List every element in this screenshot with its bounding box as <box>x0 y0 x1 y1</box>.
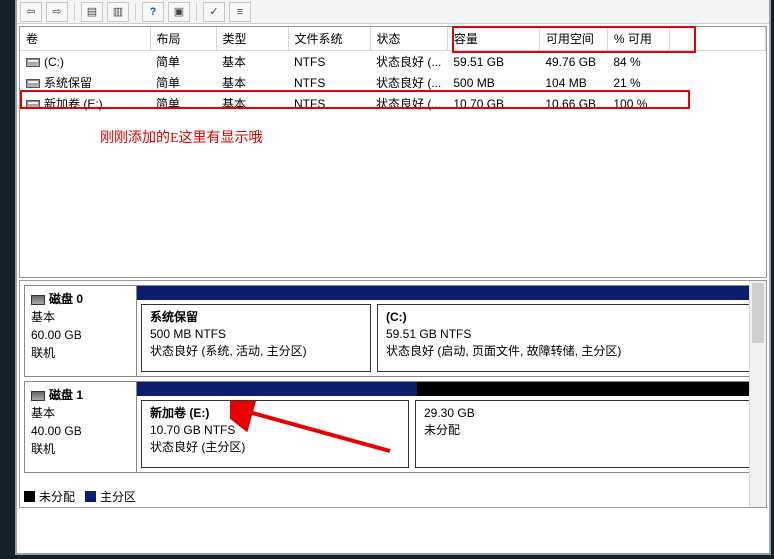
partition-size: 10.70 GB NTFS <box>150 422 400 439</box>
partition-size: 500 MB NTFS <box>150 326 362 343</box>
forward-icon[interactable]: ⇨ <box>46 2 68 22</box>
disk-row: 磁盘 1 基本 40.00 GB 联机 新加卷 (E:) 10.70 GB NT… <box>24 381 762 473</box>
col-volume[interactable]: 卷 <box>20 27 150 51</box>
col-layout[interactable]: 布局 <box>150 27 216 51</box>
disk-partitions: 新加卷 (E:) 10.70 GB NTFS 状态良好 (主分区) 29.30 … <box>137 382 761 472</box>
window: ⇦ ⇨ ▤ ▥ ? ▣ ✓ ≡ 卷 布局 类型 文件系统 状态 容量 可用空间 … <box>15 0 771 555</box>
table-row[interactable]: 新加卷 (E:) 简单 基本 NTFS 状态良好 (... 10.70 GB 1… <box>20 93 766 114</box>
col-type[interactable]: 类型 <box>216 27 288 51</box>
disk-partitions: 系统保留 500 MB NTFS 状态良好 (系统, 活动, 主分区) (C:)… <box>137 286 761 376</box>
legend-swatch-primary <box>85 491 96 502</box>
list-icon[interactable]: ≡ <box>229 2 251 22</box>
vol-name: (C:) <box>44 55 64 69</box>
partition-size: 59.51 GB NTFS <box>386 326 748 343</box>
help-icon[interactable]: ? <box>142 2 164 22</box>
partition-status: 状态良好 (系统, 活动, 主分区) <box>150 343 362 360</box>
legend-label: 未分配 <box>39 488 75 505</box>
disk-info[interactable]: 磁盘 0 基本 60.00 GB 联机 <box>25 286 137 376</box>
action-icon[interactable]: ✓ <box>203 2 225 22</box>
partition-status: 状态良好 (主分区) <box>150 439 400 456</box>
table-row[interactable]: (C:) 简单 基本 NTFS 状态良好 (... 59.51 GB 49.76… <box>20 51 766 73</box>
partition[interactable]: 系统保留 500 MB NTFS 状态良好 (系统, 活动, 主分区) <box>141 304 371 372</box>
volume-table[interactable]: 卷 布局 类型 文件系统 状态 容量 可用空间 % 可用 (C:) 简单 基本 … <box>20 27 766 114</box>
table-header-row: 卷 布局 类型 文件系统 状态 容量 可用空间 % 可用 <box>20 27 766 51</box>
col-capacity[interactable]: 容量 <box>447 27 539 51</box>
partition-status: 状态良好 (启动, 页面文件, 故障转储, 主分区) <box>386 343 748 360</box>
legend-label: 主分区 <box>100 488 136 505</box>
disk-info[interactable]: 磁盘 1 基本 40.00 GB 联机 <box>25 382 137 472</box>
disk-row: 磁盘 0 基本 60.00 GB 联机 系统保留 500 MB NTFS 状态良… <box>24 285 762 377</box>
disk-icon <box>31 295 45 305</box>
table-row[interactable]: 系统保留 简单 基本 NTFS 状态良好 (... 500 MB 104 MB … <box>20 72 766 93</box>
view-icon[interactable]: ▤ <box>81 2 103 22</box>
panel-icon[interactable]: ▣ <box>168 2 190 22</box>
disk-icon <box>31 391 45 401</box>
view2-icon[interactable]: ▥ <box>107 2 129 22</box>
toolbar: ⇦ ⇨ ▤ ▥ ? ▣ ✓ ≡ <box>17 0 769 24</box>
drive-icon <box>26 100 40 109</box>
col-free[interactable]: 可用空间 <box>539 27 607 51</box>
partition-title: (C:) <box>386 309 748 326</box>
back-icon[interactable]: ⇦ <box>20 2 42 22</box>
annotation-text: 刚刚添加的E这里有显示哦 <box>100 127 263 147</box>
legend-swatch-unallocated <box>24 491 35 502</box>
volume-list-pane: 卷 布局 类型 文件系统 状态 容量 可用空间 % 可用 (C:) 简单 基本 … <box>19 26 767 278</box>
col-extra[interactable] <box>669 27 765 51</box>
partition-size: 29.30 GB <box>424 405 748 422</box>
col-fs[interactable]: 文件系统 <box>288 27 370 51</box>
drive-icon <box>26 58 40 67</box>
partition[interactable]: 新加卷 (E:) 10.70 GB NTFS 状态良好 (主分区) <box>141 400 409 468</box>
vol-name: 新加卷 (E:) <box>44 97 103 111</box>
disk-header-bar <box>137 382 761 396</box>
partition-title: 系统保留 <box>150 309 362 326</box>
legend: 未分配 主分区 <box>24 488 136 505</box>
disk-header-bar <box>137 286 761 300</box>
partition-title: 新加卷 (E:) <box>150 405 400 422</box>
scrollbar[interactable] <box>749 281 766 507</box>
disk-diagram-pane: 磁盘 0 基本 60.00 GB 联机 系统保留 500 MB NTFS 状态良… <box>19 280 767 508</box>
drive-icon <box>26 79 40 88</box>
col-pct[interactable]: % 可用 <box>607 27 669 51</box>
partition[interactable]: 29.30 GB 未分配 <box>415 400 757 468</box>
col-status[interactable]: 状态 <box>370 27 447 51</box>
partition-status: 未分配 <box>424 422 748 439</box>
partition[interactable]: (C:) 59.51 GB NTFS 状态良好 (启动, 页面文件, 故障转储,… <box>377 304 757 372</box>
vol-name: 系统保留 <box>44 76 92 90</box>
